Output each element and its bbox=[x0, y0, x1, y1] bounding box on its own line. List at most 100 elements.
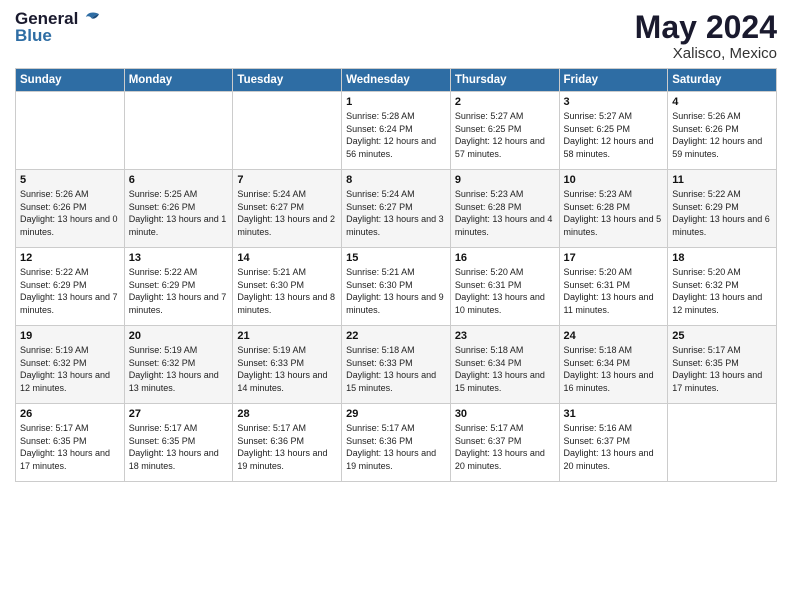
day-info: Sunrise: 5:21 AMSunset: 6:30 PMDaylight:… bbox=[237, 266, 337, 316]
day-number: 14 bbox=[237, 252, 337, 264]
month-title: May 2024 bbox=[635, 10, 777, 45]
calendar-cell: 3 Sunrise: 5:27 AMSunset: 6:25 PMDaylight… bbox=[559, 92, 668, 170]
calendar-cell: 15 Sunrise: 5:21 AMSunset: 6:30 PMDayligh… bbox=[342, 248, 451, 326]
calendar-cell: 31 Sunrise: 5:16 AMSunset: 6:37 PMDayligh… bbox=[559, 404, 668, 482]
day-info: Sunrise: 5:19 AMSunset: 6:32 PMDaylight:… bbox=[20, 344, 120, 394]
calendar-cell bbox=[124, 92, 233, 170]
day-info: Sunrise: 5:22 AMSunset: 6:29 PMDaylight:… bbox=[672, 188, 772, 238]
day-info: Sunrise: 5:17 AMSunset: 6:36 PMDaylight:… bbox=[346, 422, 446, 472]
day-info: Sunrise: 5:18 AMSunset: 6:33 PMDaylight:… bbox=[346, 344, 446, 394]
day-info: Sunrise: 5:20 AMSunset: 6:31 PMDaylight:… bbox=[564, 266, 664, 316]
header-wednesday: Wednesday bbox=[342, 69, 451, 92]
day-number: 11 bbox=[672, 174, 772, 186]
header-saturday: Saturday bbox=[668, 69, 777, 92]
day-info: Sunrise: 5:17 AMSunset: 6:37 PMDaylight:… bbox=[455, 422, 555, 472]
day-info: Sunrise: 5:24 AMSunset: 6:27 PMDaylight:… bbox=[237, 188, 337, 238]
calendar-cell: 10Sunrise: 5:23 AMSunset: 6:28 PMDayligh… bbox=[559, 170, 668, 248]
logo: General Blue bbox=[15, 10, 102, 45]
calendar-cell: 16 Sunrise: 5:20 AMSunset: 6:31 PMDayligh… bbox=[450, 248, 559, 326]
day-info: Sunrise: 5:25 AMSunset: 6:26 PMDaylight:… bbox=[129, 188, 229, 238]
calendar-cell: 20Sunrise: 5:19 AMSunset: 6:32 PMDayligh… bbox=[124, 326, 233, 404]
calendar-cell: 30 Sunrise: 5:17 AMSunset: 6:37 PMDayligh… bbox=[450, 404, 559, 482]
day-number: 31 bbox=[564, 408, 664, 420]
day-info: Sunrise: 5:21 AMSunset: 6:30 PMDaylight:… bbox=[346, 266, 446, 316]
calendar-cell: 8 Sunrise: 5:24 AMSunset: 6:27 PMDaylight… bbox=[342, 170, 451, 248]
day-number: 5 bbox=[20, 174, 120, 186]
day-info: Sunrise: 5:18 AMSunset: 6:34 PMDaylight:… bbox=[564, 344, 664, 394]
header-tuesday: Tuesday bbox=[233, 69, 342, 92]
calendar-cell: 22 Sunrise: 5:18 AMSunset: 6:33 PMDayligh… bbox=[342, 326, 451, 404]
day-info: Sunrise: 5:24 AMSunset: 6:27 PMDaylight:… bbox=[346, 188, 446, 238]
day-info: Sunrise: 5:19 AMSunset: 6:33 PMDaylight:… bbox=[237, 344, 337, 394]
header-sunday: Sunday bbox=[16, 69, 125, 92]
calendar-cell: 23 Sunrise: 5:18 AMSunset: 6:34 PMDayligh… bbox=[450, 326, 559, 404]
day-number: 23 bbox=[455, 330, 555, 342]
calendar-cell: 18Sunrise: 5:20 AMSunset: 6:32 PMDayligh… bbox=[668, 248, 777, 326]
calendar-cell bbox=[233, 92, 342, 170]
calendar-cell: 24 Sunrise: 5:18 AMSunset: 6:34 PMDayligh… bbox=[559, 326, 668, 404]
day-number: 25 bbox=[672, 330, 772, 342]
day-number: 20 bbox=[129, 330, 229, 342]
day-number: 30 bbox=[455, 408, 555, 420]
day-info: Sunrise: 5:18 AMSunset: 6:34 PMDaylight:… bbox=[455, 344, 555, 394]
day-number: 28 bbox=[237, 408, 337, 420]
logo-bird-icon bbox=[80, 6, 102, 28]
calendar-cell: 28 Sunrise: 5:17 AMSunset: 6:36 PMDayligh… bbox=[233, 404, 342, 482]
day-info: Sunrise: 5:22 AMSunset: 6:29 PMDaylight:… bbox=[129, 266, 229, 316]
day-number: 19 bbox=[20, 330, 120, 342]
day-number: 27 bbox=[129, 408, 229, 420]
day-info: Sunrise: 5:17 AMSunset: 6:35 PMDaylight:… bbox=[129, 422, 229, 472]
day-number: 24 bbox=[564, 330, 664, 342]
calendar-table: Sunday Monday Tuesday Wednesday Thursday… bbox=[15, 68, 777, 482]
day-info: Sunrise: 5:20 AMSunset: 6:31 PMDaylight:… bbox=[455, 266, 555, 316]
header: General Blue May 2024 Xalisco, Mexico bbox=[15, 10, 777, 62]
calendar-cell: 7Sunrise: 5:24 AMSunset: 6:27 PMDaylight… bbox=[233, 170, 342, 248]
day-number: 6 bbox=[129, 174, 229, 186]
header-friday: Friday bbox=[559, 69, 668, 92]
day-info: Sunrise: 5:17 AMSunset: 6:35 PMDaylight:… bbox=[672, 344, 772, 394]
day-info: Sunrise: 5:26 AMSunset: 6:26 PMDaylight:… bbox=[672, 110, 772, 160]
calendar-cell: 1 Sunrise: 5:28 AMSunset: 6:24 PMDaylight… bbox=[342, 92, 451, 170]
day-number: 2 bbox=[455, 96, 555, 108]
day-info: Sunrise: 5:22 AMSunset: 6:29 PMDaylight:… bbox=[20, 266, 120, 316]
calendar-cell: 29Sunrise: 5:17 AMSunset: 6:36 PMDayligh… bbox=[342, 404, 451, 482]
calendar-cell: 27 Sunrise: 5:17 AMSunset: 6:35 PMDayligh… bbox=[124, 404, 233, 482]
day-number: 26 bbox=[20, 408, 120, 420]
day-info: Sunrise: 5:27 AMSunset: 6:25 PMDaylight:… bbox=[564, 110, 664, 160]
day-info: Sunrise: 5:17 AMSunset: 6:36 PMDaylight:… bbox=[237, 422, 337, 472]
day-number: 1 bbox=[346, 96, 446, 108]
day-info: Sunrise: 5:16 AMSunset: 6:37 PMDaylight:… bbox=[564, 422, 664, 472]
day-number: 12 bbox=[20, 252, 120, 264]
calendar-cell: 12 Sunrise: 5:22 AMSunset: 6:29 PMDayligh… bbox=[16, 248, 125, 326]
day-number: 22 bbox=[346, 330, 446, 342]
day-info: Sunrise: 5:17 AMSunset: 6:35 PMDaylight:… bbox=[20, 422, 120, 472]
day-number: 9 bbox=[455, 174, 555, 186]
calendar-cell: 21 Sunrise: 5:19 AMSunset: 6:33 PMDayligh… bbox=[233, 326, 342, 404]
day-info: Sunrise: 5:26 AMSunset: 6:26 PMDaylight:… bbox=[20, 188, 120, 238]
calendar-cell bbox=[16, 92, 125, 170]
calendar-cell: 25 Sunrise: 5:17 AMSunset: 6:35 PMDayligh… bbox=[668, 326, 777, 404]
day-number: 21 bbox=[237, 330, 337, 342]
header-thursday: Thursday bbox=[450, 69, 559, 92]
calendar-cell: 2 Sunrise: 5:27 AMSunset: 6:25 PMDaylight… bbox=[450, 92, 559, 170]
calendar-cell: 26 Sunrise: 5:17 AMSunset: 6:35 PMDayligh… bbox=[16, 404, 125, 482]
calendar-cell: 5 Sunrise: 5:26 AMSunset: 6:26 PMDaylight… bbox=[16, 170, 125, 248]
day-number: 15 bbox=[346, 252, 446, 264]
day-number: 17 bbox=[564, 252, 664, 264]
day-info: Sunrise: 5:27 AMSunset: 6:25 PMDaylight:… bbox=[455, 110, 555, 160]
day-info: Sunrise: 5:20 AMSunset: 6:32 PMDaylight:… bbox=[672, 266, 772, 316]
day-number: 8 bbox=[346, 174, 446, 186]
weekday-header-row: Sunday Monday Tuesday Wednesday Thursday… bbox=[16, 69, 777, 92]
logo-blue: Blue bbox=[15, 27, 102, 46]
title-block: May 2024 Xalisco, Mexico bbox=[635, 10, 777, 62]
day-number: 13 bbox=[129, 252, 229, 264]
day-number: 3 bbox=[564, 96, 664, 108]
location: Xalisco, Mexico bbox=[635, 45, 777, 62]
day-info: Sunrise: 5:23 AMSunset: 6:28 PMDaylight:… bbox=[455, 188, 555, 238]
day-number: 16 bbox=[455, 252, 555, 264]
calendar-cell: 17 Sunrise: 5:20 AMSunset: 6:31 PMDayligh… bbox=[559, 248, 668, 326]
day-info: Sunrise: 5:28 AMSunset: 6:24 PMDaylight:… bbox=[346, 110, 446, 160]
page: General Blue May 2024 Xalisco, Mexico Su… bbox=[0, 0, 792, 612]
day-info: Sunrise: 5:23 AMSunset: 6:28 PMDaylight:… bbox=[564, 188, 664, 238]
calendar-cell: 9 Sunrise: 5:23 AMSunset: 6:28 PMDaylight… bbox=[450, 170, 559, 248]
